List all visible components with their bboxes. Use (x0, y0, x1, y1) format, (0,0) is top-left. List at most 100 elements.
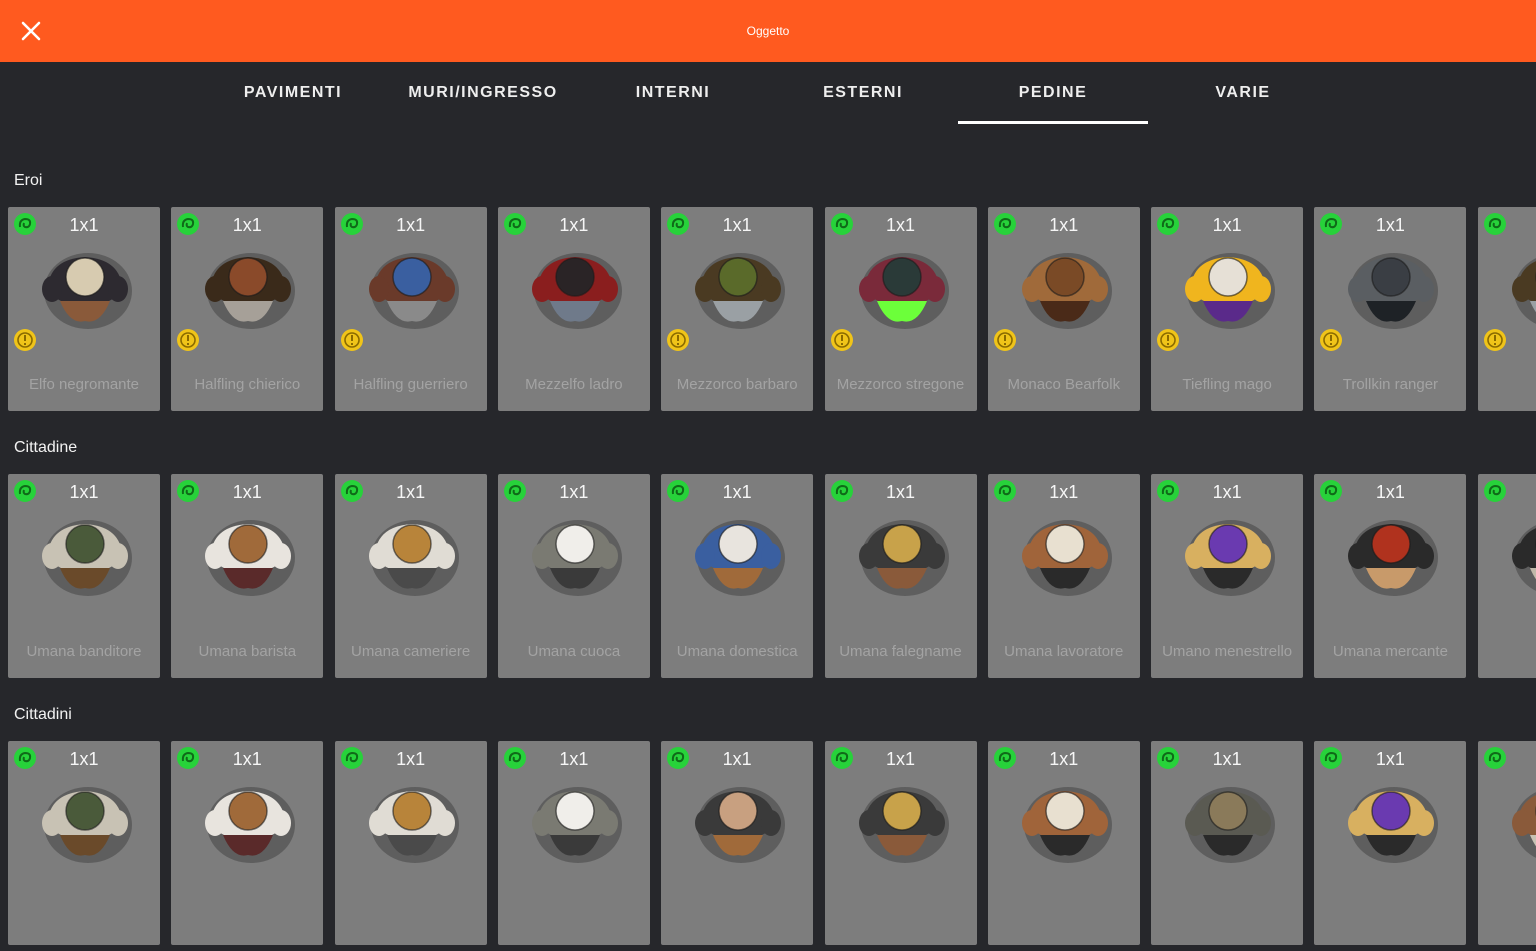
token-figure-icon (193, 763, 303, 873)
token-card[interactable]: 1x1 (825, 741, 977, 945)
token-size-label: 1x1 (988, 749, 1140, 770)
token-figure-icon (1500, 496, 1536, 606)
token-name-label: Umana cameriere (339, 628, 483, 674)
token-card[interactable]: 1x1Umana mercante (1314, 474, 1466, 678)
token-size-label: 1x1 (498, 749, 650, 770)
token-card[interactable]: 1x1Umana falegname (825, 474, 977, 678)
token-card[interactable]: 1x1 (1478, 741, 1536, 945)
token-figure-icon (1010, 763, 1120, 873)
token-name-label: Mezzelfo ladro (502, 361, 646, 407)
token-card[interactable]: 1x1Umana cameriere (335, 474, 487, 678)
token-figure-icon (520, 229, 630, 339)
token-name-label: Tiefling mago (1155, 361, 1299, 407)
token-figure-icon (1173, 496, 1283, 606)
token-name-label: Trollkin ranger (1318, 361, 1462, 407)
token-figure-icon (847, 496, 957, 606)
token-card[interactable]: 1x1U pe (1478, 474, 1536, 678)
token-row-cittadini: 1x11x11x11x11x11x11x11x11x11x1 (0, 741, 1536, 951)
token-name-label: Umana barista (175, 628, 319, 674)
token-size-label: 1x1 (171, 482, 323, 503)
tab-interni[interactable]: INTERNI (578, 62, 768, 126)
token-card[interactable]: 1x1Monaco Bearfolk (988, 207, 1140, 411)
warning-icon (1319, 328, 1343, 352)
token-size-label: 1x1 (825, 749, 977, 770)
token-size-label: 1x1 (988, 215, 1140, 236)
token-row-cittadine: 1x1Umana banditore1x1Umana barista1x1Uma… (0, 474, 1536, 684)
token-size-label: 1x1 (1314, 215, 1466, 236)
token-figure-icon (1336, 229, 1446, 339)
category-tab-bar: PAVIMENTI MURI/INGRESSO INTERNI ESTERNI … (0, 62, 1536, 126)
token-figure-icon (683, 763, 793, 873)
token-name-label: Umana domestica (665, 628, 809, 674)
token-size-label: 1x1 (335, 215, 487, 236)
token-name-label: Umano menestrello (1155, 628, 1299, 674)
token-card[interactable]: 1x1 (498, 741, 650, 945)
token-size-label: 1x1 (8, 215, 160, 236)
tab-varie[interactable]: VARIE (1148, 62, 1338, 126)
token-card[interactable]: 1x1 (1314, 741, 1466, 945)
token-name-label: Elfo negromante (12, 361, 156, 407)
token-card[interactable]: 1x1Umana cuoca (498, 474, 650, 678)
warning-icon (13, 328, 37, 352)
warning-icon (340, 328, 364, 352)
token-size-label: 1x1 (498, 482, 650, 503)
token-card[interactable]: 1x1 Mezzelfo ladro (498, 207, 650, 411)
token-size-label: 1x1 (171, 215, 323, 236)
token-figure-icon (847, 229, 957, 339)
token-size-label: 1x1 (825, 215, 977, 236)
token-card[interactable]: 1x1 (1151, 741, 1303, 945)
token-card[interactable]: 1x1 Trollkin ranger (1314, 207, 1466, 411)
token-name-label: Mezzorco barbaro (665, 361, 809, 407)
token-card[interactable]: 1x1Tiefling mago (1151, 207, 1303, 411)
tab-esterni[interactable]: ESTERNI (768, 62, 958, 126)
token-card[interactable]: 1x1 (661, 741, 813, 945)
token-card[interactable]: 1x1Halfling chierico (171, 207, 323, 411)
token-figure-icon (1173, 763, 1283, 873)
token-figure-icon (520, 496, 630, 606)
token-figure-icon (683, 229, 793, 339)
token-card[interactable]: 1x1 (335, 741, 487, 945)
token-card[interactable]: 1x1 (988, 741, 1140, 945)
token-card[interactable]: 1x1Umana domestica (661, 474, 813, 678)
token-size-label: 1x1 (8, 482, 160, 503)
token-row-eroi: 1x1Elfo negromante1x1Halfling chierico1x… (0, 207, 1536, 417)
token-figure-icon (357, 229, 467, 339)
token-figure-icon (30, 763, 140, 873)
token-size-label: 1x1 (1314, 749, 1466, 770)
token-figure-icon (193, 496, 303, 606)
warning-icon (993, 328, 1017, 352)
token-card[interactable]: 1x1 (171, 741, 323, 945)
token-card[interactable]: 1x1 Elfo negromante (8, 207, 160, 411)
token-figure-icon (357, 763, 467, 873)
token-card[interactable]: 1x1 (8, 741, 160, 945)
token-card[interactable]: 1x1Umana lavoratore (988, 474, 1140, 678)
warning-icon (176, 328, 200, 352)
token-card[interactable]: 1x1Mezzorco barbaro (661, 207, 813, 411)
token-name-label: Umana banditore (12, 628, 156, 674)
tab-pedine[interactable]: PEDINE (958, 62, 1148, 126)
tab-muri-ingresso[interactable]: MURI/INGRESSO (388, 62, 578, 126)
section-title-eroi: Eroi (14, 172, 42, 190)
top-app-bar: Oggetto (0, 0, 1536, 62)
token-figure-icon (683, 496, 793, 606)
token-card[interactable]: 1x1U a (1478, 207, 1536, 411)
token-card[interactable]: 1x1 Umana banditore (8, 474, 160, 678)
token-card[interactable]: 1x1 Umana barista (171, 474, 323, 678)
token-size-label: 1x1 (1478, 749, 1536, 770)
token-size-label: 1x1 (498, 215, 650, 236)
token-size-label: 1x1 (988, 482, 1140, 503)
token-name-label: Mezzorco stregone (829, 361, 973, 407)
tab-pavimenti[interactable]: PAVIMENTI (198, 62, 388, 126)
token-figure-icon (193, 229, 303, 339)
token-size-label: 1x1 (1478, 215, 1536, 236)
token-size-label: 1x1 (1478, 482, 1536, 503)
warning-icon (830, 328, 854, 352)
token-figure-icon (1500, 229, 1536, 339)
token-card[interactable]: 1x1Umano menestrello (1151, 474, 1303, 678)
token-card[interactable]: 1x1 Mezzorco stregone (825, 207, 977, 411)
token-figure-icon (1336, 496, 1446, 606)
token-card[interactable]: 1x1Halfling guerriero (335, 207, 487, 411)
token-size-label: 1x1 (335, 749, 487, 770)
token-figure-icon (1173, 229, 1283, 339)
warning-icon (1156, 328, 1180, 352)
